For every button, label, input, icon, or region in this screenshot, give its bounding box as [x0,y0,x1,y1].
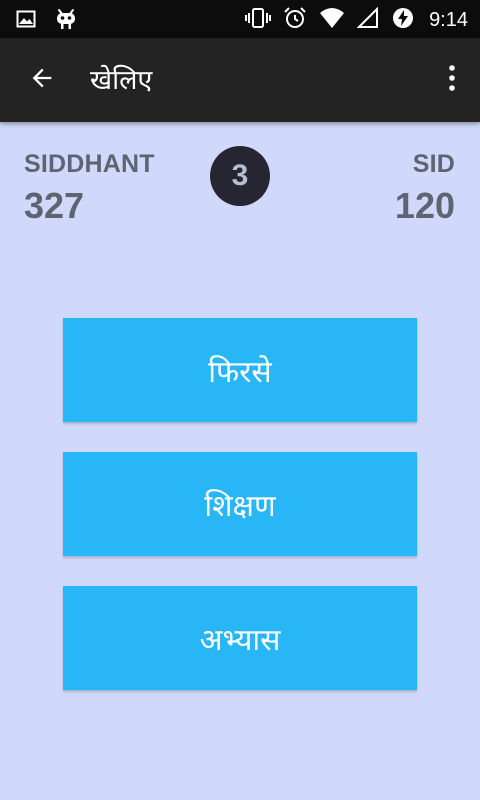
back-button[interactable] [20,58,64,102]
overflow-menu-button[interactable] [440,58,464,102]
vibrate-icon [245,7,272,33]
player1-name: SIDDHANT [24,150,155,178]
player2-score: 120 [394,185,455,226]
practice-button[interactable]: अभ्यास [63,586,417,690]
signal-icon [356,6,379,33]
image-icon [16,9,36,33]
wifi-icon [319,7,345,33]
clock: 9:14 [429,8,468,31]
more-vert-icon [448,65,456,95]
app-bar: खेलिए [0,38,480,122]
player1-score: 327 [24,185,85,226]
alarm-icon [283,6,307,34]
player1-score-panel: SIDDHANT 327 [24,150,155,227]
status-bar: 9:14 [0,0,480,38]
learn-button[interactable]: शिक्षण [63,452,417,556]
android-debug-icon [54,8,78,34]
player2-name: SID [412,150,455,178]
round-badge: 3 [210,146,270,206]
page-title: खेलिए [90,65,153,96]
play-again-button[interactable]: फिरसे [63,318,417,422]
battery-charging-icon [391,6,415,34]
arrow-back-icon [28,64,56,96]
player2-score-panel: SID 120 [395,150,455,227]
